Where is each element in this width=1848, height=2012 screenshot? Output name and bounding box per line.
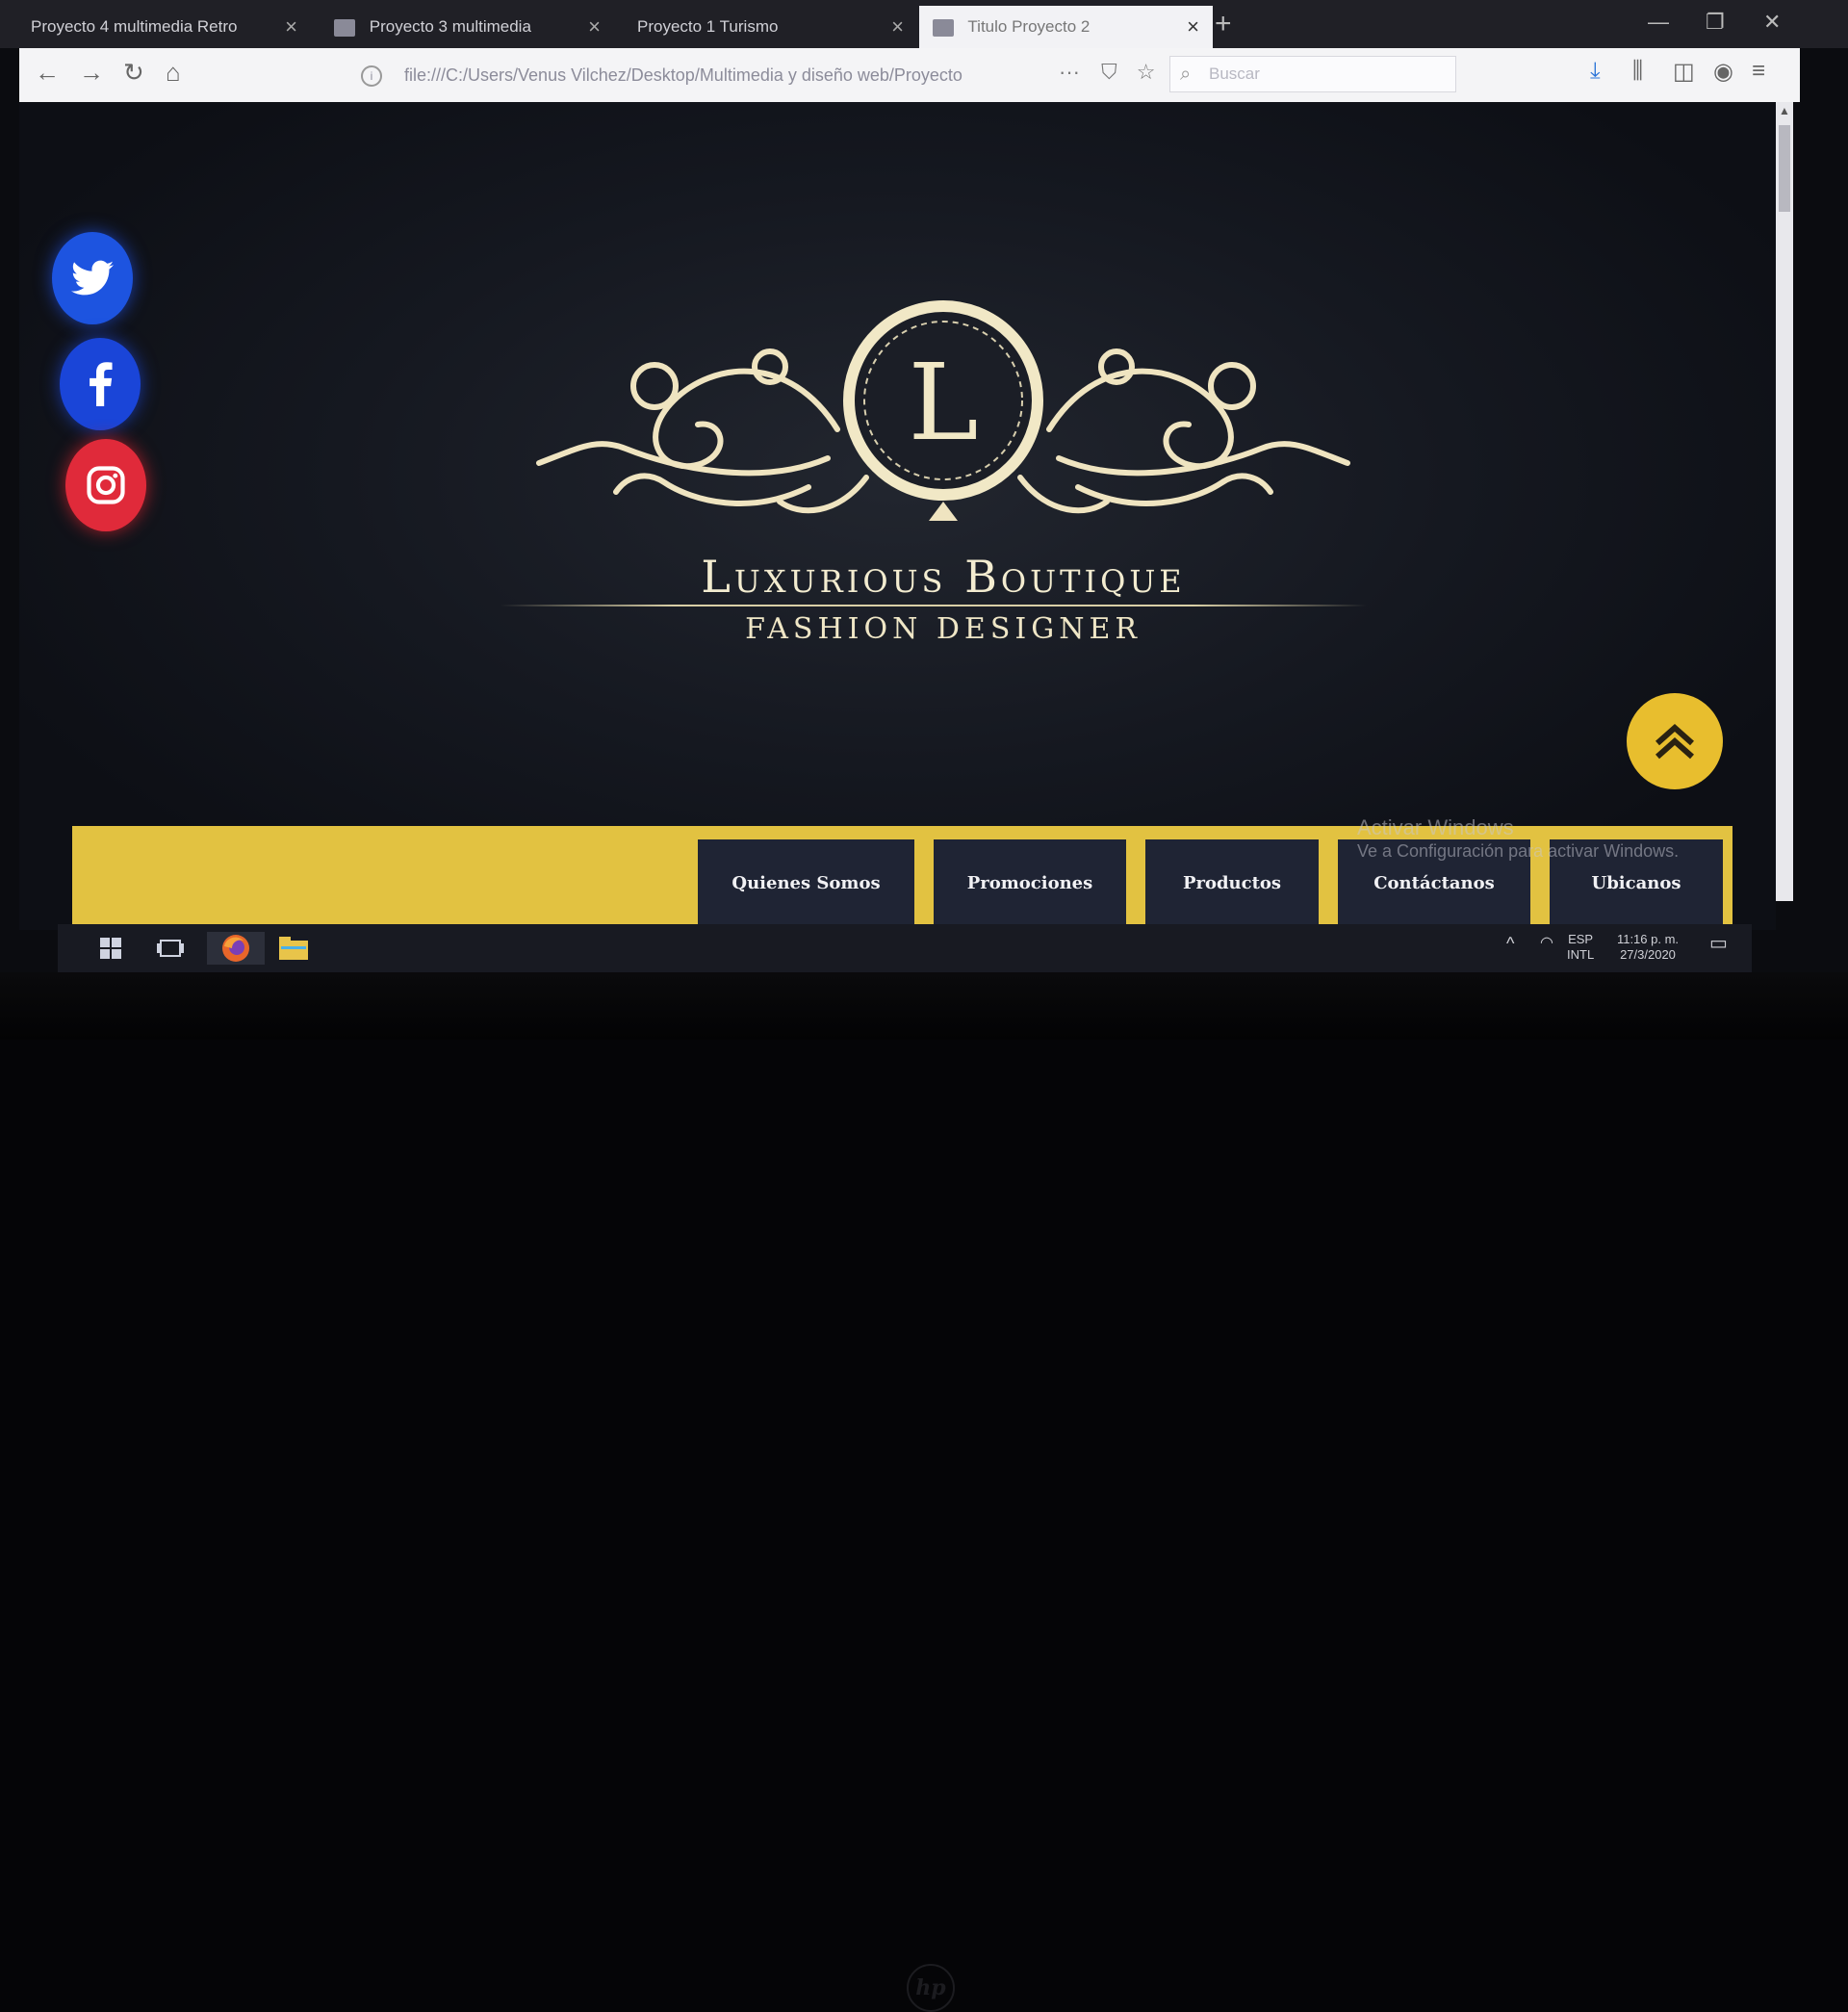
tab-title: Titulo Proyecto 2	[967, 17, 1091, 36]
scroll-to-top-button[interactable]	[1627, 693, 1723, 789]
window-close-icon[interactable]: ✕	[1763, 10, 1781, 35]
close-icon[interactable]: ×	[1187, 6, 1199, 48]
emblem-letter: L	[908, 341, 978, 464]
favicon-icon	[334, 18, 355, 37]
search-placeholder: Buscar	[1209, 64, 1260, 83]
system-clock[interactable]: 11:16 p. m. 27/3/2020	[1609, 932, 1686, 963]
hp-logo-icon: hp	[907, 1964, 955, 2012]
tab-title: Proyecto 4 multimedia Retro	[31, 17, 238, 36]
address-bar[interactable]: i file:///C:/Users/Venus Vilchez/Desktop…	[361, 57, 1150, 93]
firefox-taskbar-icon[interactable]	[207, 932, 265, 965]
menu-label: Contáctanos	[1373, 872, 1495, 893]
browser-tab-bar: Proyecto 4 multimedia Retro × Proyecto 3…	[0, 0, 1848, 48]
reload-icon[interactable]: ↻	[123, 58, 144, 88]
tab-titulo-proyecto-2[interactable]: Titulo Proyecto 2 ×	[919, 6, 1213, 48]
library-icon[interactable]: ⫼	[1632, 58, 1643, 85]
menu-icon[interactable]: ≡	[1752, 58, 1765, 85]
page-actions: ··· ⛉ ☆	[1059, 60, 1155, 85]
facebook-button[interactable]	[60, 338, 141, 430]
watermark-title: Activar Windows	[1357, 815, 1514, 839]
tab-proyecto-1[interactable]: Proyecto 1 Turismo ×	[624, 6, 917, 48]
windows-taskbar: ^ ◠ ESP INTL 11:16 p. m. 27/3/2020 ▭	[58, 924, 1752, 972]
menu-item-promociones[interactable]: Promociones	[934, 839, 1126, 926]
back-arrow-icon[interactable]: ←	[35, 58, 60, 88]
twitter-button[interactable]	[52, 232, 133, 324]
chevron-up-icon[interactable]: ^	[1506, 935, 1514, 952]
sidebar-icon[interactable]: ◫	[1673, 58, 1695, 86]
instagram-icon	[87, 466, 125, 504]
watermark-text: Ve a Configuración para activar Windows.	[1357, 841, 1680, 861]
notifications-icon[interactable]: ▭	[1709, 934, 1728, 953]
minimize-icon[interactable]: —	[1648, 10, 1669, 35]
boutique-emblem-logo: L	[536, 300, 1350, 521]
favicon-icon	[933, 18, 954, 37]
tab-title: Proyecto 3 multimedia	[369, 17, 531, 36]
menu-item-productos[interactable]: Productos	[1145, 839, 1319, 926]
restore-icon[interactable]: ❐	[1706, 10, 1725, 35]
new-tab-button[interactable]: +	[1215, 8, 1232, 40]
close-icon[interactable]: ×	[891, 6, 904, 48]
monitor-screen: Proyecto 4 multimedia Retro × Proyecto 3…	[0, 0, 1848, 972]
scroll-up-icon[interactable]: ▲	[1779, 104, 1790, 117]
web-page: L Luxurious Boutique FASHION DESIGNER Qu…	[19, 102, 1776, 930]
close-icon[interactable]: ×	[588, 6, 601, 48]
monitor-bezel: hp	[0, 972, 1848, 2012]
tab-proyecto-4[interactable]: Proyecto 4 multimedia Retro ×	[17, 6, 311, 48]
menu-label: Promociones	[966, 872, 1093, 893]
tab-title: Proyecto 1 Turismo	[637, 17, 779, 36]
lang-code: ESP	[1568, 932, 1594, 946]
home-icon[interactable]: ⌂	[166, 58, 181, 88]
account-icon[interactable]: ◉	[1713, 58, 1733, 86]
divider	[500, 605, 1367, 606]
forward-arrow-icon[interactable]: →	[79, 58, 104, 88]
task-view-icon[interactable]	[154, 932, 187, 965]
browser-nav-bar: ← → ↻ ⌂ i file:///C:/Users/Venus Vilchez…	[19, 48, 1800, 102]
twitter-icon	[71, 260, 114, 296]
bookmark-star-icon[interactable]: ☆	[1137, 60, 1156, 84]
menu-label: Ubicanos	[1591, 872, 1681, 893]
downloads-icon[interactable]: ⤓	[1590, 58, 1601, 85]
url-text: file:///C:/Users/Venus Vilchez/Desktop/M…	[404, 65, 962, 85]
page-scrollbar[interactable]: ▲	[1776, 102, 1793, 901]
file-explorer-icon[interactable]	[274, 932, 313, 965]
brand-title: Luxurious Boutique	[701, 551, 1186, 603]
search-input[interactable]: ⌕ Buscar	[1169, 56, 1456, 92]
activate-windows-watermark: Activar Windows Ve a Configuración para …	[1357, 816, 1761, 863]
clock-date: 27/3/2020	[1620, 947, 1676, 962]
pocket-icon[interactable]: ⛉	[1101, 60, 1117, 84]
network-icon[interactable]: ◠	[1540, 936, 1553, 951]
clock-time: 11:16 p. m.	[1616, 932, 1680, 946]
scroll-thumb[interactable]	[1779, 125, 1790, 212]
menu-item-quienes-somos[interactable]: Quienes Somos	[698, 839, 914, 926]
menu-label: Quienes Somos	[732, 872, 881, 893]
close-icon[interactable]: ×	[285, 6, 297, 48]
windows-start-icon[interactable]	[96, 932, 125, 965]
brand-subtitle: FASHION DESIGNER	[745, 612, 1142, 646]
double-chevron-up-icon	[1656, 723, 1694, 760]
facebook-icon	[90, 362, 113, 406]
tab-proyecto-3[interactable]: Proyecto 3 multimedia ×	[321, 6, 614, 48]
language-indicator[interactable]: ESP INTL	[1567, 932, 1594, 963]
instagram-button[interactable]	[65, 439, 146, 531]
menu-label: Productos	[1182, 872, 1282, 893]
info-icon[interactable]: i	[361, 65, 382, 88]
search-icon: ⌕	[1180, 64, 1192, 85]
more-actions-icon[interactable]: ···	[1059, 60, 1080, 84]
lang-layout: INTL	[1567, 947, 1595, 962]
